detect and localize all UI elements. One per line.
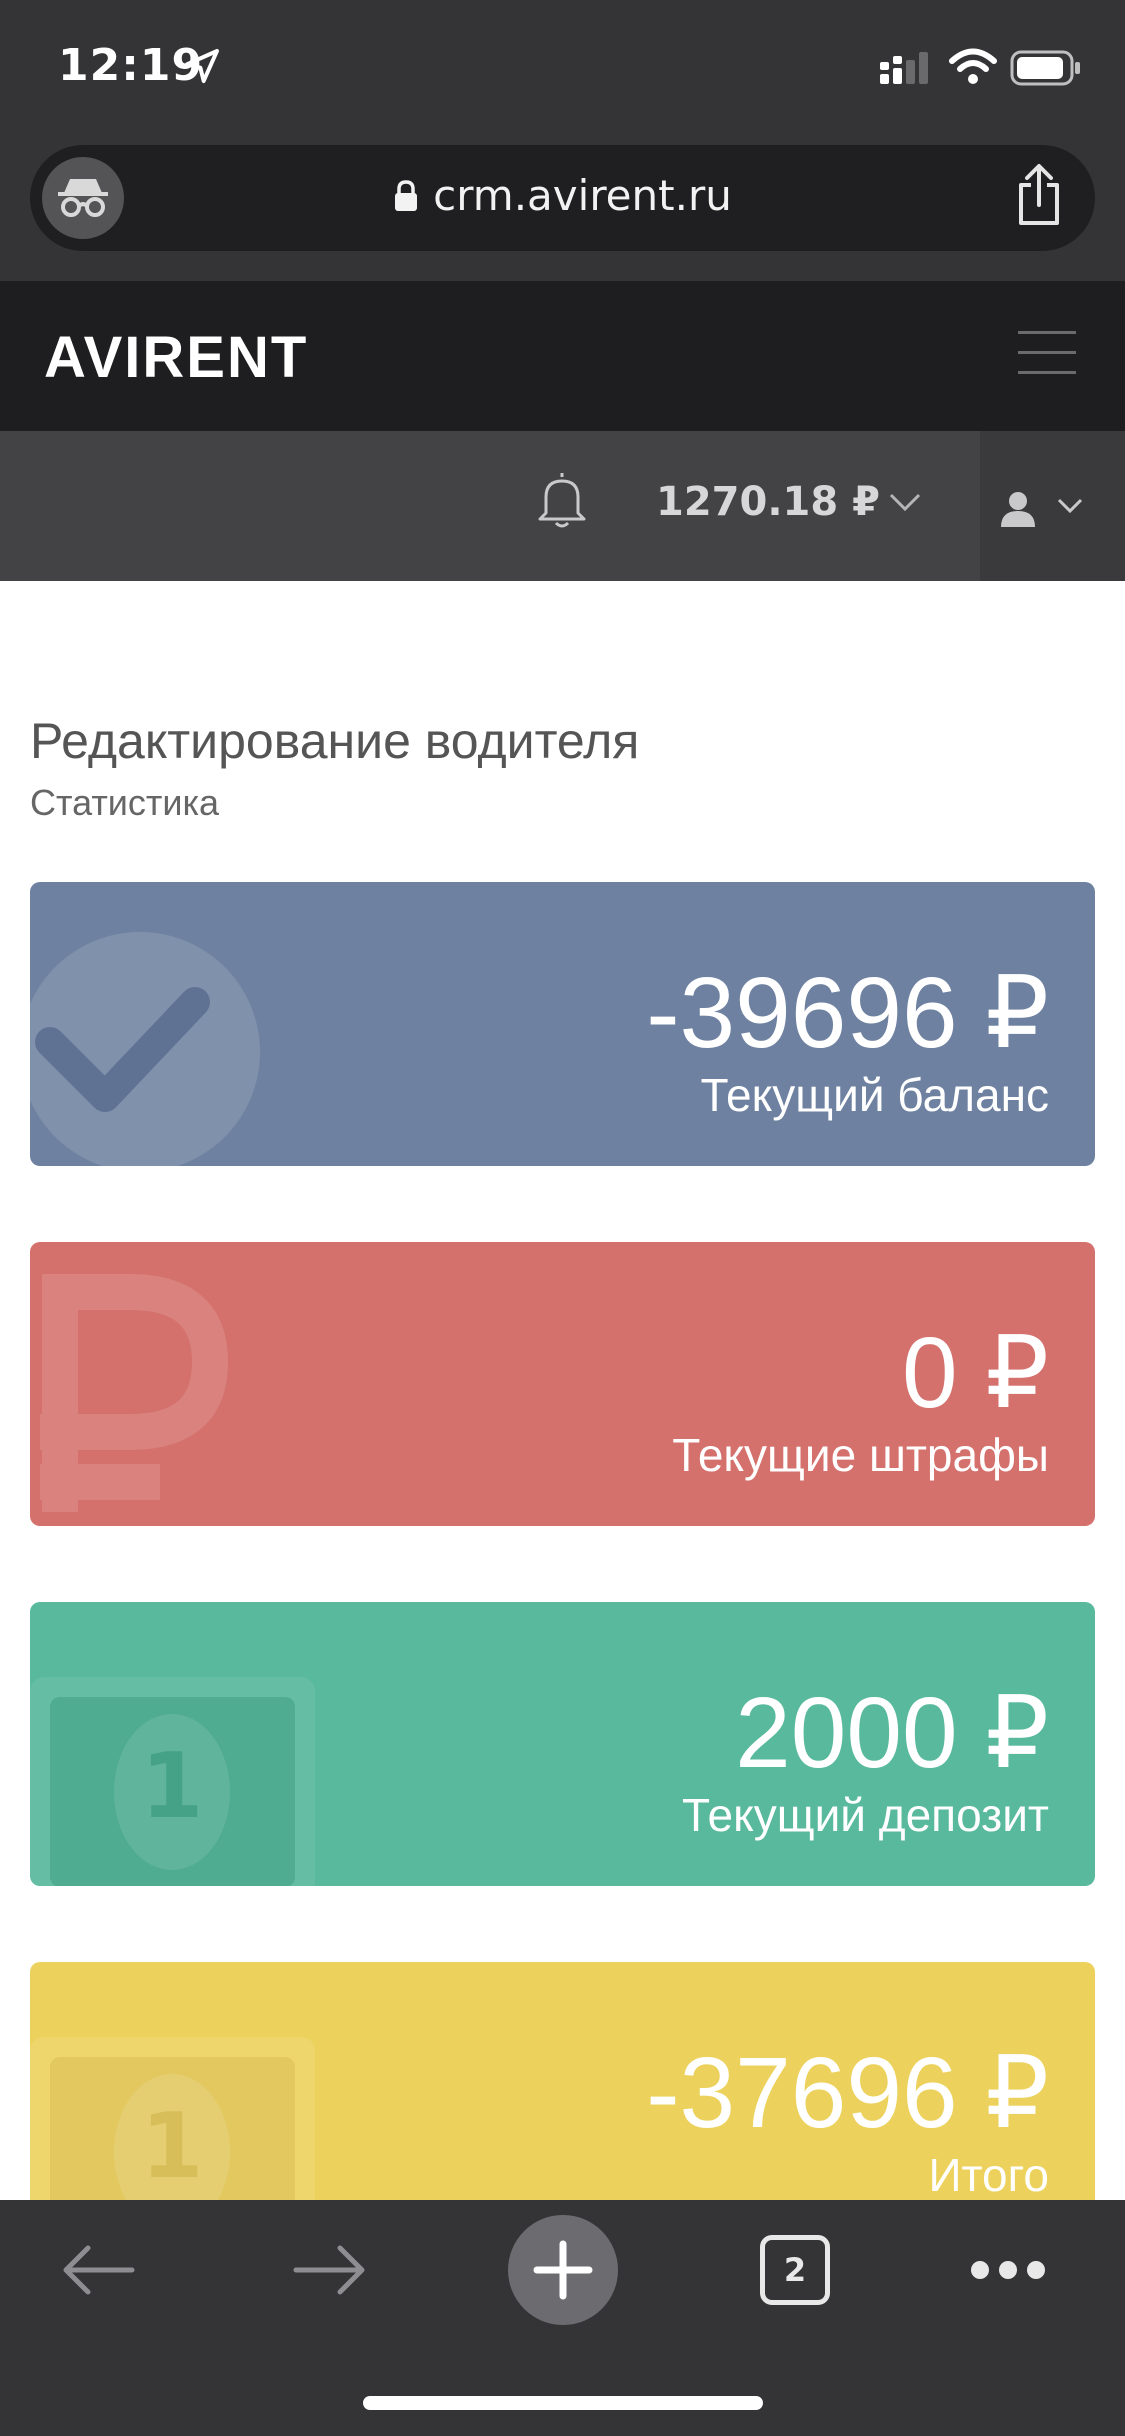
- check-circle-icon: [30, 932, 260, 1166]
- url-text: crm.avirent.ru: [433, 171, 732, 220]
- hamburger-line: [1018, 351, 1076, 354]
- svg-text:1: 1: [141, 2094, 204, 2199]
- stat-card-balance: -39696 ₽ Текущий баланс: [30, 882, 1095, 1166]
- chevron-down-icon: [1057, 498, 1083, 514]
- hamburger-line: [1018, 331, 1076, 334]
- ruble-icon: [40, 1274, 229, 1512]
- page-title: Редактирование водителя: [30, 713, 640, 769]
- location-arrow-icon: [185, 49, 219, 83]
- card-label: Итого: [928, 2149, 1049, 2201]
- account-bar: 1270.18 ₽: [0, 431, 1125, 581]
- account-balance[interactable]: 1270.18 ₽: [656, 479, 880, 525]
- site-header: AVIRENT: [0, 281, 1125, 431]
- card-amount: 2000 ₽: [735, 1677, 1049, 1789]
- card-amount: -39696 ₽: [646, 957, 1049, 1069]
- card-amount: -37696 ₽: [646, 2037, 1049, 2149]
- url-display[interactable]: crm.avirent.ru: [30, 171, 1095, 220]
- plus-icon: [533, 2240, 593, 2300]
- address-bar[interactable]: crm.avirent.ru: [30, 145, 1095, 251]
- status-bar: 12:19: [0, 0, 1125, 140]
- stat-card-fines: 0 ₽ Текущие штрафы: [30, 1242, 1095, 1526]
- card-label: Текущие штрафы: [672, 1429, 1049, 1481]
- lock-icon: [395, 180, 418, 211]
- browser-chrome-top: 12:19 crm.avirent.ru: [0, 0, 1125, 281]
- card-amount: 0 ₽: [901, 1317, 1049, 1429]
- card-label: Текущий депозит: [681, 1789, 1049, 1841]
- page-subtitle: Статистика: [30, 782, 220, 823]
- stat-card-deposit: 1 2000 ₽ Текущий депозит: [30, 1602, 1095, 1886]
- card-label: Текущий баланс: [700, 1069, 1049, 1121]
- tabs-button[interactable]: 2: [760, 2235, 830, 2305]
- chevron-down-icon[interactable]: [888, 491, 922, 513]
- cellular-signal-icon: [880, 52, 928, 84]
- tab-count: 2: [783, 2251, 807, 2289]
- home-indicator[interactable]: [363, 2396, 763, 2410]
- more-dots-icon[interactable]: [968, 2258, 1048, 2282]
- bell-icon[interactable]: [536, 469, 588, 531]
- banknote-icon: 1: [30, 1677, 315, 1886]
- wifi-icon: [949, 48, 997, 84]
- forward-arrow-icon[interactable]: [290, 2240, 370, 2300]
- menu-hamburger-icon[interactable]: [1018, 331, 1076, 375]
- user-icon: [1001, 492, 1035, 527]
- new-tab-button[interactable]: [508, 2215, 618, 2325]
- hamburger-line: [1018, 371, 1076, 374]
- share-icon[interactable]: [1013, 163, 1065, 227]
- svg-text:1: 1: [141, 1734, 204, 1839]
- site-logo[interactable]: AVIRENT: [44, 324, 308, 391]
- back-arrow-icon[interactable]: [58, 2240, 138, 2300]
- battery-icon: [1010, 50, 1080, 86]
- user-menu[interactable]: [980, 431, 1125, 581]
